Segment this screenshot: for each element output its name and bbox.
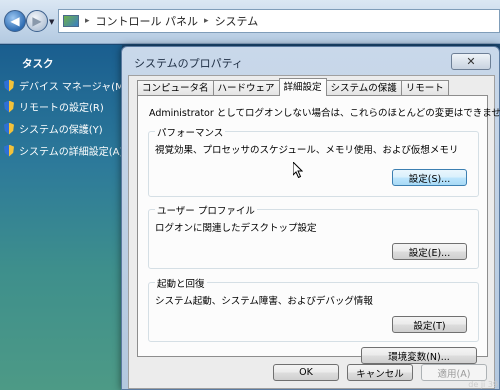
task-item-label: システムの詳細設定(A) [19,147,124,158]
startup-recovery-description: システム起動、システム障害、およびデバッグ情報 [155,296,373,307]
forward-arrow-icon: ▶ [32,14,42,28]
uac-shield-icon [4,144,14,157]
watermark: de ji 39 [468,380,498,389]
forward-button[interactable]: ▶ [26,10,48,32]
dialog-title: システムのプロパティ [134,57,244,70]
back-button[interactable]: ◀ [4,10,26,32]
startup-recovery-group: 起動と回復 システム起動、システム障害、およびデバッグ情報 設定(T) [148,276,479,342]
tab-system-protection[interactable]: システムの保護 [325,80,402,96]
user-profile-group: ユーザー プロファイル ログオンに関連したデスクトップ設定 設定(E)... [148,203,479,269]
startup-recovery-legend: 起動と回復 [155,276,207,290]
back-arrow-icon: ◀ [10,14,20,28]
tab-computer-name[interactable]: コンピュータ名 [137,80,214,96]
environment-variables-button[interactable]: 環境変数(N)... [361,347,477,364]
task-item-system-protection[interactable]: システムの保護(Y) [4,121,103,136]
breadcrumb-separator-icon[interactable]: ▸ [85,16,90,26]
task-item-remote-settings[interactable]: リモートの設定(R) [4,99,104,114]
task-item-label: システムの保護(Y) [19,125,103,136]
control-panel-icon [63,15,79,27]
user-profile-legend: ユーザー プロファイル [155,203,257,217]
explorer-toolbar: ◀ ▶ ▼ ▸ コントロール パネル ▸ システム [0,0,500,44]
task-item-device-manager[interactable]: デバイス マネージャ(M [4,78,124,93]
user-profile-description: ログオンに関連したデスクトップ設定 [155,223,317,234]
performance-legend: パフォーマンス [155,125,226,139]
breadcrumb-system[interactable]: システム [215,13,259,29]
startup-recovery-settings-button[interactable]: 設定(T) [392,316,467,333]
close-button[interactable]: ✕ [451,53,491,70]
tab-remote[interactable]: リモート [400,80,449,96]
history-dropdown-icon[interactable]: ▼ [49,18,54,26]
performance-group: パフォーマンス 視覚効果、プロセッサのスケジュール、メモリ使用、および仮想メモリ… [148,125,479,197]
admin-note: Administrator としてログオンしない場合は、これらのほとんどの変更は… [149,108,500,119]
breadcrumb-separator-icon[interactable]: ▸ [204,16,209,26]
task-pane-title: タスク [22,58,54,70]
breadcrumb-control-panel[interactable]: コントロール パネル [96,13,199,29]
address-bar[interactable]: ▸ コントロール パネル ▸ システム [58,9,500,33]
system-properties-dialog: システムのプロパティ ✕ コンピュータ名 ハードウェア 詳細設定 システムの保護… [121,46,500,390]
task-item-advanced-settings[interactable]: システムの詳細設定(A) [4,143,123,158]
task-item-label: リモートの設定(R) [19,103,104,114]
task-item-label: デバイス マネージャ(M [19,82,124,93]
tab-hardware[interactable]: ハードウェア [212,80,280,96]
cancel-button[interactable]: キャンセル [347,364,413,381]
ok-button[interactable]: OK [273,364,339,381]
performance-description: 視覚効果、プロセッサのスケジュール、メモリ使用、および仮想メモリ [155,145,459,156]
task-pane: タスク デバイス マネージャ(M リモートの設定(R) システムの保護(Y) シ… [0,45,124,390]
uac-shield-icon [4,100,14,113]
uac-shield-icon [4,79,14,92]
uac-shield-icon [4,122,14,135]
mouse-cursor-icon [293,162,303,178]
dialog-body: コンピュータ名 ハードウェア 詳細設定 システムの保護 リモート Adminis… [128,75,500,389]
apply-button[interactable]: 適用(A) [421,364,487,381]
user-profile-settings-button[interactable]: 設定(E)... [392,243,467,260]
performance-settings-button[interactable]: 設定(S)... [392,169,467,186]
tab-advanced[interactable]: 詳細設定 [278,78,327,96]
advanced-tab-panel: Administrator としてログオンしない場合は、これらのほとんどの変更は… [137,95,500,364]
tab-strip: コンピュータ名 ハードウェア 詳細設定 システムの保護 リモート [137,78,449,96]
close-icon: ✕ [466,55,476,68]
